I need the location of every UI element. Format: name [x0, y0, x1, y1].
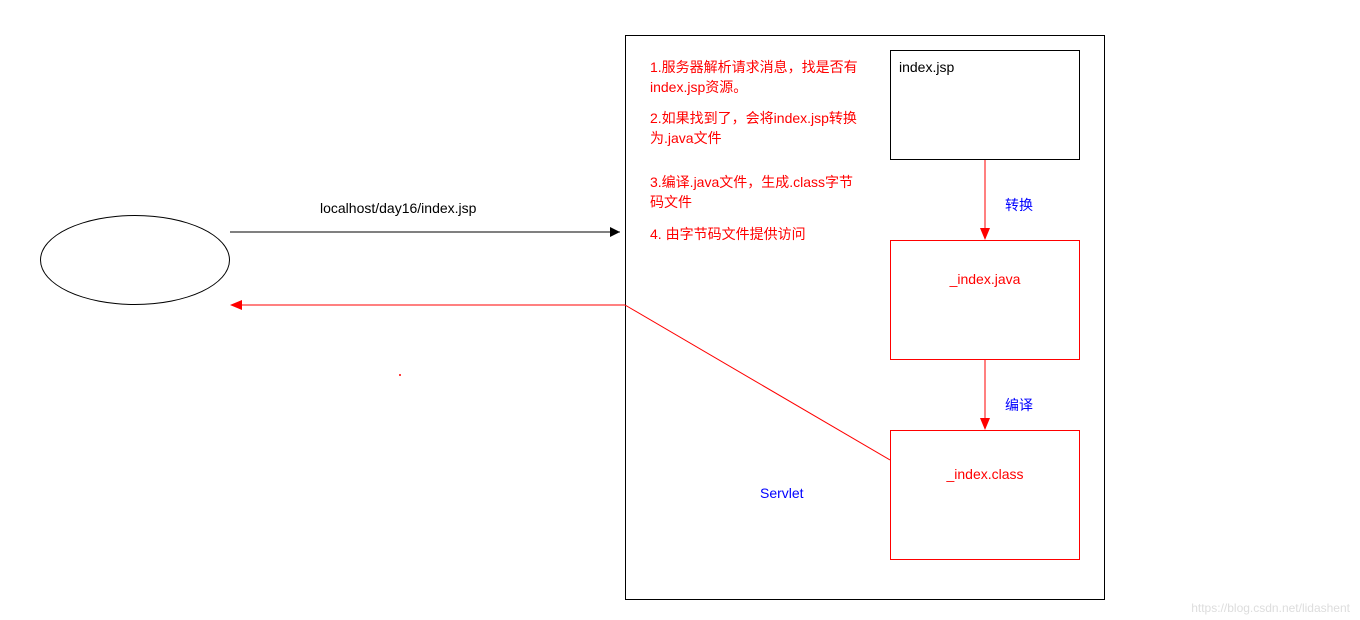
servlet-label: Servlet [760, 485, 804, 501]
steps-list: 1.服务器解析请求消息，找是否有index.jsp资源。 2.如果找到了，会将i… [650, 58, 860, 256]
step-4: 4. 由字节码文件提供访问 [650, 225, 860, 245]
box-index-java: _index.java [890, 240, 1080, 360]
client-ellipse [40, 215, 230, 305]
step-2: 2.如果找到了，会将index.jsp转换为.java文件 [650, 109, 860, 148]
step-3: 3.编译.java文件，生成.class字节码文件 [650, 173, 860, 212]
convert-label: 转换 [1005, 195, 1033, 215]
box-index-class-label: _index.class [946, 466, 1023, 482]
box-index-java-label: _index.java [950, 271, 1021, 287]
box-index-jsp-label: index.jsp [899, 59, 954, 75]
request-url-label: localhost/day16/index.jsp [320, 200, 476, 216]
box-index-class: _index.class [890, 430, 1080, 560]
compile-label: 编译 [1005, 395, 1033, 415]
watermark: https://blog.csdn.net/lidashent [1191, 601, 1350, 615]
step-1: 1.服务器解析请求消息，找是否有index.jsp资源。 [650, 58, 860, 97]
box-index-jsp: index.jsp [890, 50, 1080, 160]
